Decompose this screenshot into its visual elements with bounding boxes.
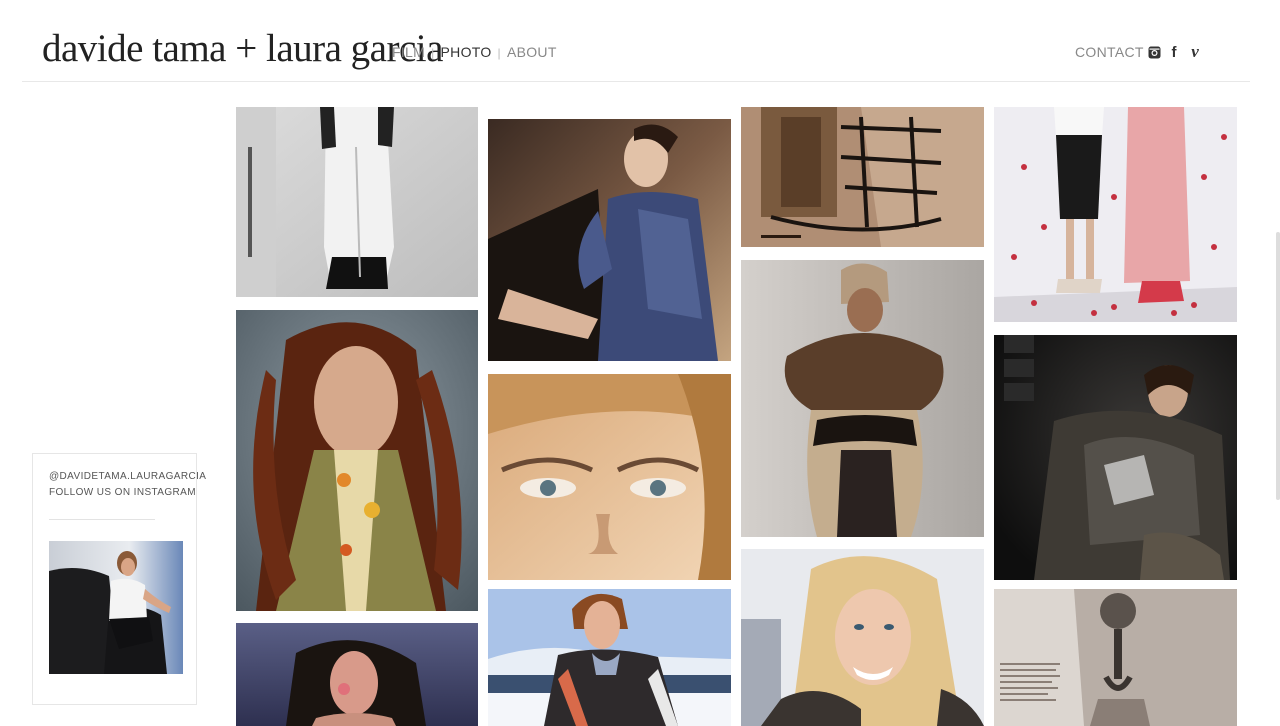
photo-fur-turban[interactable] [741,260,984,537]
photo-smiling-blonde[interactable] [741,549,984,726]
photo-fur-dark[interactable] [994,335,1237,580]
instagram-widget: @DAVIDETAMA.LAURAGARCIA FOLLOW US ON INS… [32,453,206,705]
nav-film[interactable]: FILM [392,44,425,60]
page-scrollbar[interactable] [1276,232,1280,500]
photo-dark-hair-woman[interactable] [236,623,478,726]
photo-blue-dress[interactable] [488,119,731,361]
widget-divider [49,519,155,520]
photo-red-hair-man[interactable] [236,310,478,611]
nav-separator: | [431,46,435,60]
nav-separator: | [497,46,501,60]
facebook-icon[interactable]: f [1169,44,1179,61]
photo-mountain-woman[interactable] [488,589,731,726]
instagram-handle[interactable]: @DAVIDETAMA.LAURAGARCIA [49,471,206,482]
main-nav: FILM | PHOTO | ABOUT [392,44,557,60]
instagram-follow-text[interactable]: FOLLOW US ON INSTAGRAM [49,487,196,498]
site-header: davide tama + laura garcia FILM | PHOTO | AB… [0,0,1280,82]
nav-photo[interactable]: PHOTO [441,44,492,60]
photo-eyes-closeup[interactable] [488,374,731,580]
photo-petals-couple[interactable] [994,107,1237,322]
photo-harness[interactable] [741,107,984,247]
nav-contact[interactable]: CONTACT [1075,44,1144,60]
header-divider [22,81,1250,82]
photo-magazine-hook[interactable] [994,589,1237,726]
site-logo[interactable]: davide tama + laura garcia [42,26,443,72]
instagram-photo[interactable] [49,541,183,674]
photo-bw-robe[interactable] [236,107,478,297]
vimeo-icon[interactable]: v [1188,42,1202,61]
instagram-icon[interactable] [1147,44,1161,60]
nav-about[interactable]: ABOUT [507,44,557,60]
